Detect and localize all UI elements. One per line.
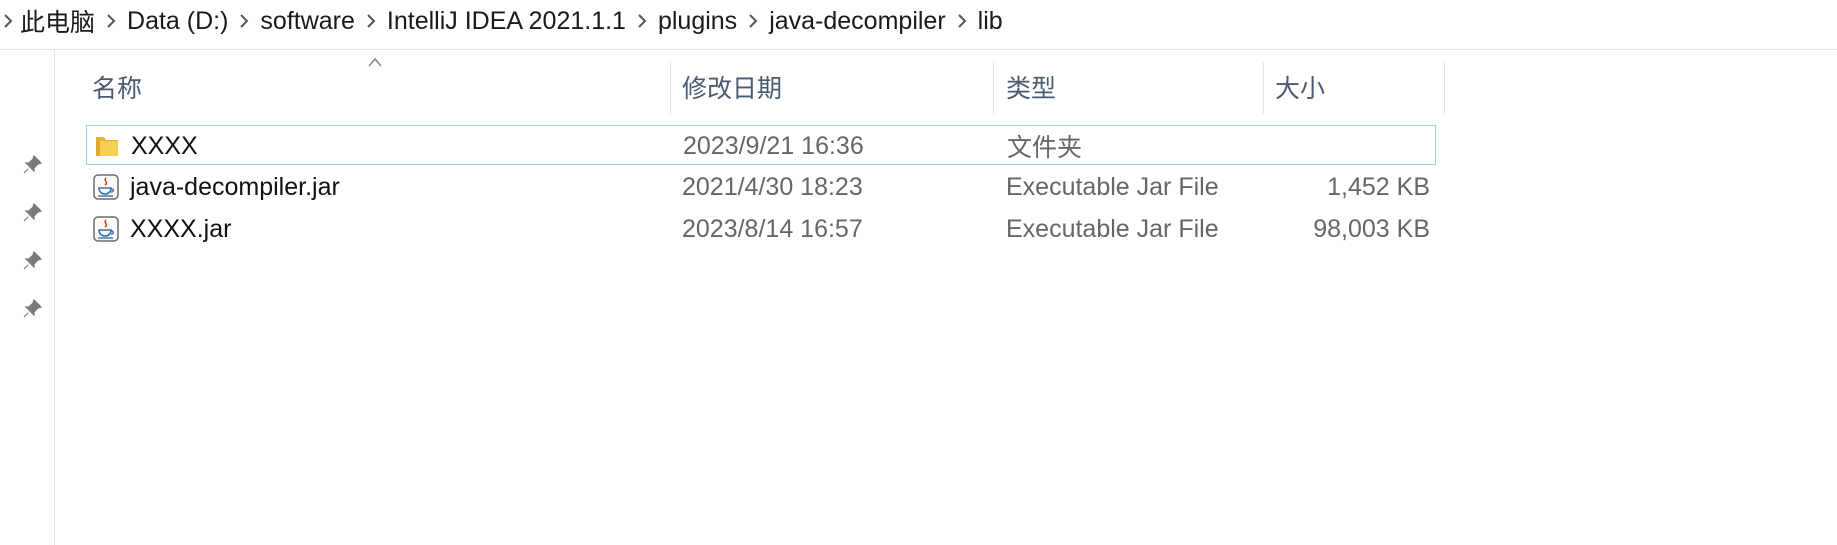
file-date: 2021/4/30 18:23: [682, 172, 863, 201]
chevron-right-icon[interactable]: [359, 0, 383, 42]
chevron-right-icon[interactable]: [99, 0, 123, 42]
file-name-cell[interactable]: XXXX: [93, 126, 198, 166]
breadcrumb-item-drive[interactable]: Data (D:): [123, 7, 232, 36]
breadcrumb[interactable]: 此电脑 Data (D:) software IntelliJ IDEA 202…: [0, 0, 1837, 42]
file-name-cell[interactable]: XXXX.jar: [92, 209, 231, 249]
file-size: 1,452 KB: [1327, 172, 1430, 201]
column-header-size-label: 大小: [1275, 75, 1326, 103]
pin-icon[interactable]: [22, 249, 44, 271]
breadcrumb-item-this-pc[interactable]: 此电脑: [16, 3, 99, 39]
file-date: 2023/8/14 16:57: [682, 214, 863, 243]
file-name-cell[interactable]: java-decompiler.jar: [92, 167, 340, 207]
chevron-right-icon[interactable]: [950, 0, 974, 42]
pin-icon[interactable]: [22, 153, 44, 175]
chevron-right-icon[interactable]: [0, 0, 16, 42]
file-type: 文件夹: [1007, 134, 1083, 162]
file-row[interactable]: java-decompiler.jar 2021/4/30 18:23 Exec…: [86, 167, 1436, 207]
file-name: XXXX: [131, 131, 198, 160]
divider: [0, 49, 1837, 50]
java-jar-icon: [92, 215, 120, 243]
breadcrumb-item-intellij[interactable]: IntelliJ IDEA 2021.1.1: [383, 7, 630, 36]
column-resize-handle[interactable]: [1444, 62, 1445, 114]
pin-icon[interactable]: [22, 297, 44, 319]
column-header-date-label: 修改日期: [682, 75, 783, 103]
breadcrumb-item-java-decompiler[interactable]: java-decompiler: [765, 7, 949, 36]
file-date: 2023/9/21 16:36: [683, 131, 864, 160]
file-row[interactable]: XXXX.jar 2023/8/14 16:57 Executable Jar …: [86, 209, 1436, 249]
folder-icon: [93, 132, 121, 160]
file-type: Executable Jar File: [1006, 172, 1219, 201]
file-explorer-window: 此电脑 Data (D:) software IntelliJ IDEA 202…: [0, 0, 1837, 545]
chevron-right-icon[interactable]: [232, 0, 256, 42]
pin-icon[interactable]: [22, 201, 44, 223]
java-jar-icon: [92, 173, 120, 201]
chevron-right-icon[interactable]: [741, 0, 765, 42]
breadcrumb-item-lib[interactable]: lib: [974, 7, 1007, 36]
column-header-name-label: 名称: [92, 75, 143, 103]
file-name: java-decompiler.jar: [130, 172, 340, 201]
breadcrumb-item-software[interactable]: software: [256, 7, 358, 36]
file-type: Executable Jar File: [1006, 214, 1219, 243]
divider: [54, 50, 55, 545]
file-name: XXXX.jar: [130, 214, 232, 243]
column-header-type[interactable]: 类型: [994, 62, 1263, 112]
file-row[interactable]: XXXX 2023/9/21 16:36 文件夹: [86, 125, 1436, 165]
column-header-size[interactable]: 大小: [1264, 62, 1444, 112]
breadcrumb-item-plugins[interactable]: plugins: [654, 7, 741, 36]
chevron-right-icon[interactable]: [630, 0, 654, 42]
column-header-type-label: 类型: [1006, 75, 1057, 103]
column-header-date[interactable]: 修改日期: [671, 62, 993, 112]
file-size: 98,003 KB: [1313, 214, 1430, 243]
column-header-name[interactable]: 名称: [86, 62, 670, 112]
